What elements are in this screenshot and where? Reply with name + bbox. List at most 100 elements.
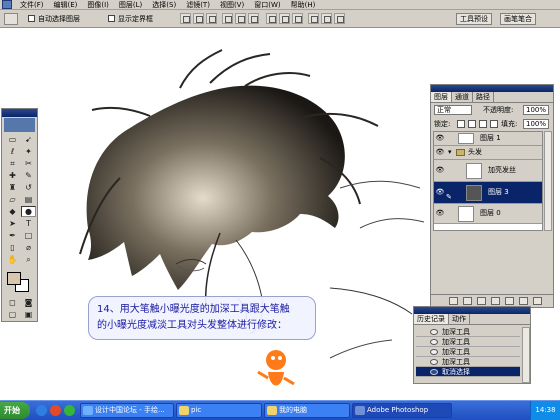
distribute-bottom-button[interactable] — [292, 13, 303, 24]
lock-position-icon[interactable] — [479, 120, 487, 128]
eraser-tool-icon[interactable]: ▱ — [5, 194, 20, 205]
history-state-selected[interactable]: 取消选择 — [416, 367, 520, 377]
photoshop-app-icon[interactable] — [2, 0, 12, 9]
messenger-icon[interactable] — [64, 405, 75, 416]
align-middle-button[interactable] — [193, 13, 204, 24]
visibility-eye-icon[interactable]: 👁 — [435, 133, 445, 144]
blur-tool-icon[interactable]: ◆ — [5, 206, 20, 217]
lock-all-icon[interactable] — [490, 120, 498, 128]
pen-tool-icon[interactable]: ✒ — [5, 230, 20, 241]
history-panel-title-bar[interactable] — [414, 307, 530, 314]
new-layer-icon[interactable] — [519, 297, 528, 305]
menu-edit[interactable]: 编辑(E) — [49, 0, 83, 10]
new-group-icon[interactable] — [491, 297, 500, 305]
start-button[interactable]: 开始 — [0, 402, 30, 419]
lock-transparency-icon[interactable] — [457, 120, 465, 128]
menu-layer[interactable]: 图层(L) — [114, 0, 147, 10]
align-right-button[interactable] — [248, 13, 259, 24]
full-screen-mode-icon[interactable]: ▣ — [21, 309, 36, 320]
tab-actions[interactable]: 动作 — [449, 314, 470, 324]
distribute-top-button[interactable] — [266, 13, 277, 24]
distribute-center-button[interactable] — [321, 13, 332, 24]
layer-row[interactable]: 👁 图层 0 — [434, 204, 542, 224]
standard-mode-icon[interactable]: ◻ — [5, 297, 20, 308]
menu-view[interactable]: 视图(V) — [215, 0, 249, 10]
lasso-tool-icon[interactable]: ℓ — [5, 146, 20, 157]
magic-wand-tool-icon[interactable]: ✦ — [21, 146, 36, 157]
history-state[interactable]: 加深工具 — [416, 337, 520, 347]
hand-tool-icon[interactable]: ✋ — [5, 254, 20, 265]
visibility-eye-icon[interactable]: 👁 — [435, 165, 445, 176]
slice-tool-icon[interactable]: ✂ — [21, 158, 36, 169]
taskbar-button-pic[interactable]: pic — [176, 403, 262, 418]
show-bounds-checkbox[interactable] — [108, 15, 115, 22]
layer-mask-icon[interactable] — [477, 297, 486, 305]
distribute-middle-button[interactable] — [279, 13, 290, 24]
type-tool-icon[interactable]: T — [21, 218, 36, 229]
tab-channels[interactable]: 通道 — [452, 92, 473, 102]
dock-tab-brushes[interactable]: 画笔笔合 — [500, 13, 536, 25]
menu-filter[interactable]: 滤镜(T) — [181, 0, 215, 10]
taskbar-button-my-computer[interactable]: 我的电脑 — [264, 403, 350, 418]
quick-mask-mode-icon[interactable]: ◙ — [21, 297, 36, 308]
photoshop-logo[interactable] — [4, 118, 35, 132]
marquee-tool-icon[interactable]: ▭ — [5, 134, 20, 145]
menu-help[interactable]: 帮助(H) — [286, 0, 321, 10]
brush-tool-icon[interactable]: ✎ — [21, 170, 36, 181]
move-tool-icon[interactable]: ➹ — [21, 134, 36, 145]
toolbox-title-bar[interactable] — [2, 109, 37, 117]
menu-window[interactable]: 窗口(W) — [249, 0, 285, 10]
move-tool-preset-icon[interactable] — [4, 13, 18, 25]
standard-screen-mode-icon[interactable]: ▢ — [5, 309, 20, 320]
visibility-eye-icon[interactable]: 👁 — [435, 187, 445, 198]
visibility-eye-icon[interactable]: 👁 — [435, 147, 445, 158]
tab-history[interactable]: 历史记录 — [414, 314, 449, 324]
notes-tool-icon[interactable]: ▯ — [5, 242, 20, 253]
align-center-button[interactable] — [235, 13, 246, 24]
fill-input[interactable]: 100% — [523, 119, 549, 129]
distribute-right-button[interactable] — [334, 13, 345, 24]
opacity-input[interactable]: 100% — [523, 105, 549, 115]
layer-row-selected[interactable]: 👁 ✎ 图层 3 — [434, 182, 542, 204]
shape-tool-icon[interactable]: □ — [21, 230, 36, 241]
clone-stamp-tool-icon[interactable]: ♜ — [5, 182, 20, 193]
menu-image[interactable]: 图像(I) — [82, 0, 114, 10]
taskbar-button-photoshop[interactable]: Adobe Photoshop — [352, 403, 452, 418]
tab-layers[interactable]: 图层 — [431, 92, 452, 102]
align-top-button[interactable] — [180, 13, 191, 24]
layer-style-icon[interactable] — [463, 297, 472, 305]
history-state[interactable]: 加深工具 — [416, 357, 520, 367]
menu-file[interactable]: 文件(F) — [15, 0, 49, 10]
layers-panel-title-bar[interactable] — [431, 85, 553, 92]
taskbar-button-forum[interactable]: 设计中国论坛 - 手绘... — [80, 403, 174, 418]
lock-image-icon[interactable] — [468, 120, 476, 128]
blend-mode-select[interactable]: 正常 — [434, 105, 472, 115]
history-scrollbar[interactable] — [522, 327, 530, 383]
ie-browser-icon[interactable] — [36, 405, 47, 416]
healing-brush-tool-icon[interactable]: ✚ — [5, 170, 20, 181]
burn-tool-icon[interactable]: ● — [21, 206, 36, 217]
adjustment-layer-icon[interactable] — [505, 297, 514, 305]
history-brush-tool-icon[interactable]: ↺ — [21, 182, 36, 193]
auto-select-layer-checkbox[interactable] — [28, 15, 35, 22]
align-bottom-button[interactable] — [206, 13, 217, 24]
layer-row[interactable]: 👁 加亮发丝 — [434, 160, 542, 182]
tab-paths[interactable]: 路径 — [473, 92, 494, 102]
eyedropper-tool-icon[interactable]: ⌀ — [21, 242, 36, 253]
distribute-left-button[interactable] — [308, 13, 319, 24]
layers-scrollbar[interactable] — [544, 131, 552, 231]
menu-select[interactable]: 选择(S) — [147, 0, 181, 10]
path-selection-tool-icon[interactable]: ➤ — [5, 218, 20, 229]
trash-icon[interactable] — [533, 297, 542, 305]
history-state[interactable]: 加深工具 — [416, 327, 520, 337]
dock-tab-tool-presets[interactable]: 工具预设 — [456, 13, 492, 25]
media-player-icon[interactable] — [50, 405, 61, 416]
history-state[interactable]: 加深工具 — [416, 347, 520, 357]
layer-row[interactable]: 👁 图层 1 — [434, 132, 542, 146]
foreground-color-swatch[interactable] — [7, 272, 21, 285]
layer-group-row[interactable]: 👁 ▾ 头发 — [434, 146, 542, 160]
gradient-tool-icon[interactable]: ▤ — [21, 194, 36, 205]
folder-expand-icon[interactable]: ▾ — [448, 146, 452, 158]
align-left-button[interactable] — [222, 13, 233, 24]
crop-tool-icon[interactable]: ⌗ — [5, 158, 20, 169]
